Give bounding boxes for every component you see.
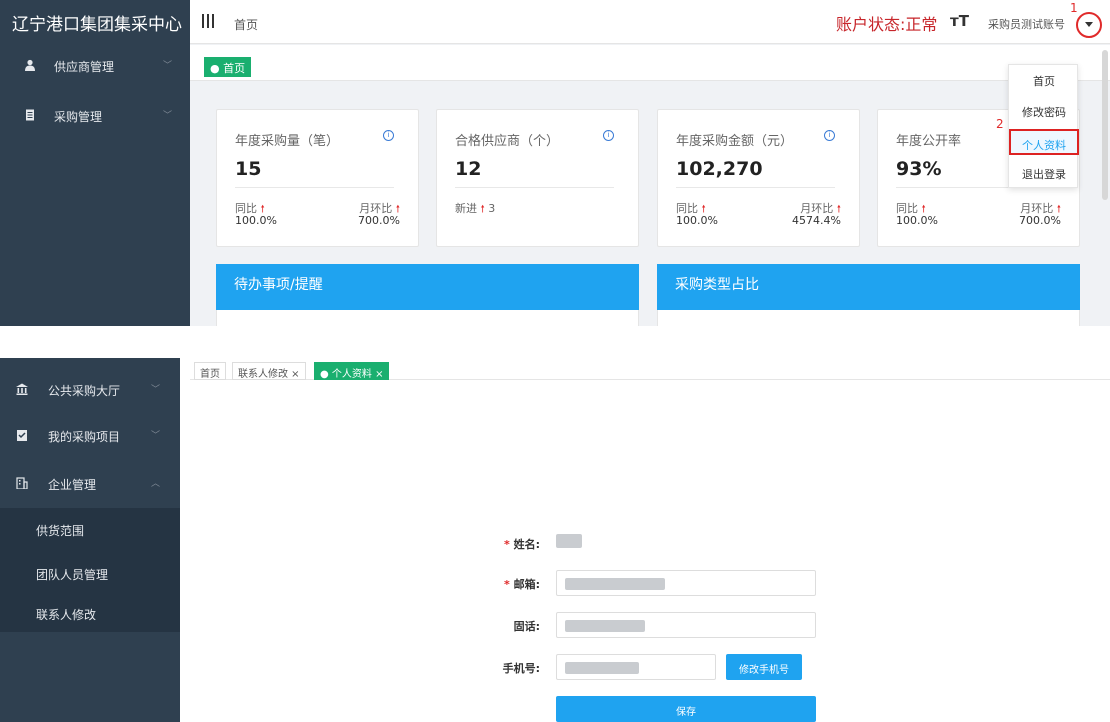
- panel-title: 待办事项/提醒: [216, 264, 639, 310]
- card-value: 12: [455, 158, 482, 180]
- card-title: 年度采购量（笔）: [235, 134, 340, 149]
- breadcrumb: 首页: [234, 18, 259, 32]
- card-metric-value: 700.0%: [358, 214, 400, 227]
- card-metric-value: 700.0%: [1019, 214, 1061, 227]
- mobile-field[interactable]: [556, 654, 716, 680]
- card-title: 合格供应商（个）: [455, 134, 560, 149]
- sidebar-subitem-label: 联系人修改: [36, 608, 97, 622]
- sidebar-item-public-hall[interactable]: 公共采购大厅 ﹀: [0, 372, 180, 408]
- tab-profile[interactable]: ● 个人资料 ×: [314, 362, 390, 380]
- chevron-up-icon: ︿: [150, 479, 160, 489]
- card-value: 93%: [896, 158, 942, 180]
- menu-item-logout[interactable]: 退出登录: [1009, 160, 1079, 186]
- step-number: 1: [1070, 1, 1078, 15]
- chevron-down-icon: ﹀: [162, 111, 172, 121]
- card-metric-label: 新进 🠕 3: [455, 202, 496, 215]
- menu-item-home[interactable]: 首页: [1009, 67, 1079, 93]
- stat-card-purchase-amount: 年度采购金额（元） i 102,270 同比 🠕 100.0% 月环比 🠕 45…: [657, 109, 860, 247]
- top-screenshot: 辽宁港口集团集采中心 供应商管理 ﹀ 采购管理 ﹀ 首页 账户状态:正常 тT …: [0, 0, 1110, 326]
- panel-title: 采购类型占比: [657, 264, 1080, 310]
- sidebar-subitem-contact-edit[interactable]: 联系人修改: [0, 596, 180, 632]
- phone-field[interactable]: [556, 612, 816, 638]
- font-size-icon[interactable]: тT: [950, 12, 969, 30]
- caret-down-icon[interactable]: [1085, 22, 1093, 27]
- sidebar-item-enterprise-management[interactable]: 企业管理 ︿: [0, 466, 180, 502]
- sidebar-item-label: 我的采购项目: [48, 430, 121, 444]
- building-icon: [16, 477, 28, 490]
- chevron-down-icon: ﹀: [162, 61, 172, 71]
- sidebar-item-label: 采购管理: [54, 110, 103, 124]
- user-icon: [24, 59, 36, 71]
- sidebar-item-label: 公共采购大厅: [48, 384, 121, 398]
- change-mobile-button[interactable]: 修改手机号: [726, 654, 802, 680]
- clipboard-check-icon: [16, 429, 28, 441]
- purchase-type-panel: 采购类型占比: [657, 264, 1080, 326]
- sidebar-item-label: 企业管理: [48, 478, 97, 492]
- tab-home[interactable]: ● 首页: [204, 57, 252, 77]
- panel-body: [216, 310, 639, 326]
- divider: [455, 187, 614, 188]
- card-metric-value: 100.0%: [235, 214, 277, 227]
- document-icon: [24, 109, 36, 121]
- name-value: [556, 534, 582, 548]
- sidebar-subitem-label: 团队人员管理: [36, 568, 109, 582]
- user-dropdown-menu: 首页 修改密码 个人资料 退出登录: [1008, 64, 1079, 188]
- menu-item-profile[interactable]: 个人资料: [1009, 129, 1079, 155]
- menu-toggle-icon[interactable]: [202, 14, 216, 28]
- bottom-screenshot: 公共采购大厅 ﹀ 我的采购项目 ﹀ 企业管理 ︿ 供货范围 团队人员管理 联系人…: [0, 358, 1110, 722]
- scrollbar[interactable]: [1102, 50, 1108, 200]
- tab-bar: ● 首页: [190, 45, 1110, 81]
- stat-card-qualified-suppliers: 合格供应商（个） i 12 新进 🠕 3: [436, 109, 639, 247]
- tab-bar: 首页 联系人修改 × ● 个人资料 ×: [190, 358, 1110, 380]
- card-value: 102,270: [676, 158, 763, 180]
- chevron-down-icon: ﹀: [150, 385, 160, 395]
- sidebar-item-my-projects[interactable]: 我的采购项目 ﹀: [0, 418, 180, 454]
- sidebar: 公共采购大厅 ﹀ 我的采购项目 ﹀ 企业管理 ︿ 供货范围 团队人员管理 联系人…: [0, 358, 180, 722]
- sidebar-subitem-supply-scope[interactable]: 供货范围: [0, 508, 180, 552]
- name-label: * 姓名:: [503, 538, 540, 551]
- card-title: 年度公开率: [896, 134, 962, 149]
- sidebar-item-label: 供应商管理: [54, 60, 115, 74]
- arrow-up-icon: 🠕: [480, 204, 485, 215]
- sidebar: 辽宁港口集团集采中心 供应商管理 ﹀ 采购管理 ﹀: [0, 0, 190, 326]
- sidebar-item-purchase-management[interactable]: 采购管理 ﹀: [0, 102, 190, 132]
- user-name[interactable]: 采购员测试账号: [988, 16, 1065, 32]
- card-title: 年度采购金额（元）: [676, 134, 794, 149]
- panel-body: [657, 310, 1080, 326]
- divider: [676, 187, 835, 188]
- mobile-label: 手机号:: [502, 662, 540, 675]
- save-button[interactable]: 保存: [556, 696, 816, 722]
- divider: [235, 187, 394, 188]
- brand-title: 辽宁港口集团集采中心: [12, 15, 182, 35]
- info-icon[interactable]: i: [383, 130, 394, 141]
- phone-label: 固话:: [513, 620, 540, 633]
- tab-contact-edit[interactable]: 联系人修改 ×: [232, 362, 306, 380]
- card-metric-value: 100.0%: [896, 214, 938, 227]
- step-number: 2: [996, 117, 1004, 131]
- card-value: 15: [235, 158, 262, 180]
- account-status: 账户状态:正常: [836, 15, 938, 34]
- card-metric-value: 4574.4%: [792, 214, 841, 227]
- sidebar-subitem-team-members[interactable]: 团队人员管理: [0, 552, 180, 596]
- bank-icon: [16, 383, 28, 395]
- email-label: * 邮箱:: [503, 578, 540, 591]
- chevron-down-icon: ﹀: [150, 431, 160, 441]
- email-field[interactable]: [556, 570, 816, 596]
- sidebar-subitem-label: 供货范围: [36, 524, 85, 538]
- todo-panel: 待办事项/提醒: [216, 264, 639, 326]
- sidebar-item-supplier-management[interactable]: 供应商管理 ﹀: [0, 52, 190, 82]
- top-header: 首页 账户状态:正常 тT 采购员测试账号 1: [190, 0, 1110, 44]
- card-metric-value: 100.0%: [676, 214, 718, 227]
- tab-home[interactable]: 首页: [194, 362, 226, 380]
- info-icon[interactable]: i: [603, 130, 614, 141]
- info-icon[interactable]: i: [824, 130, 835, 141]
- stat-card-purchase-count: 年度采购量（笔） i 15 同比 🠕 100.0% 月环比 🠕 700.0%: [216, 109, 419, 247]
- menu-item-change-password[interactable]: 修改密码: [1009, 98, 1079, 124]
